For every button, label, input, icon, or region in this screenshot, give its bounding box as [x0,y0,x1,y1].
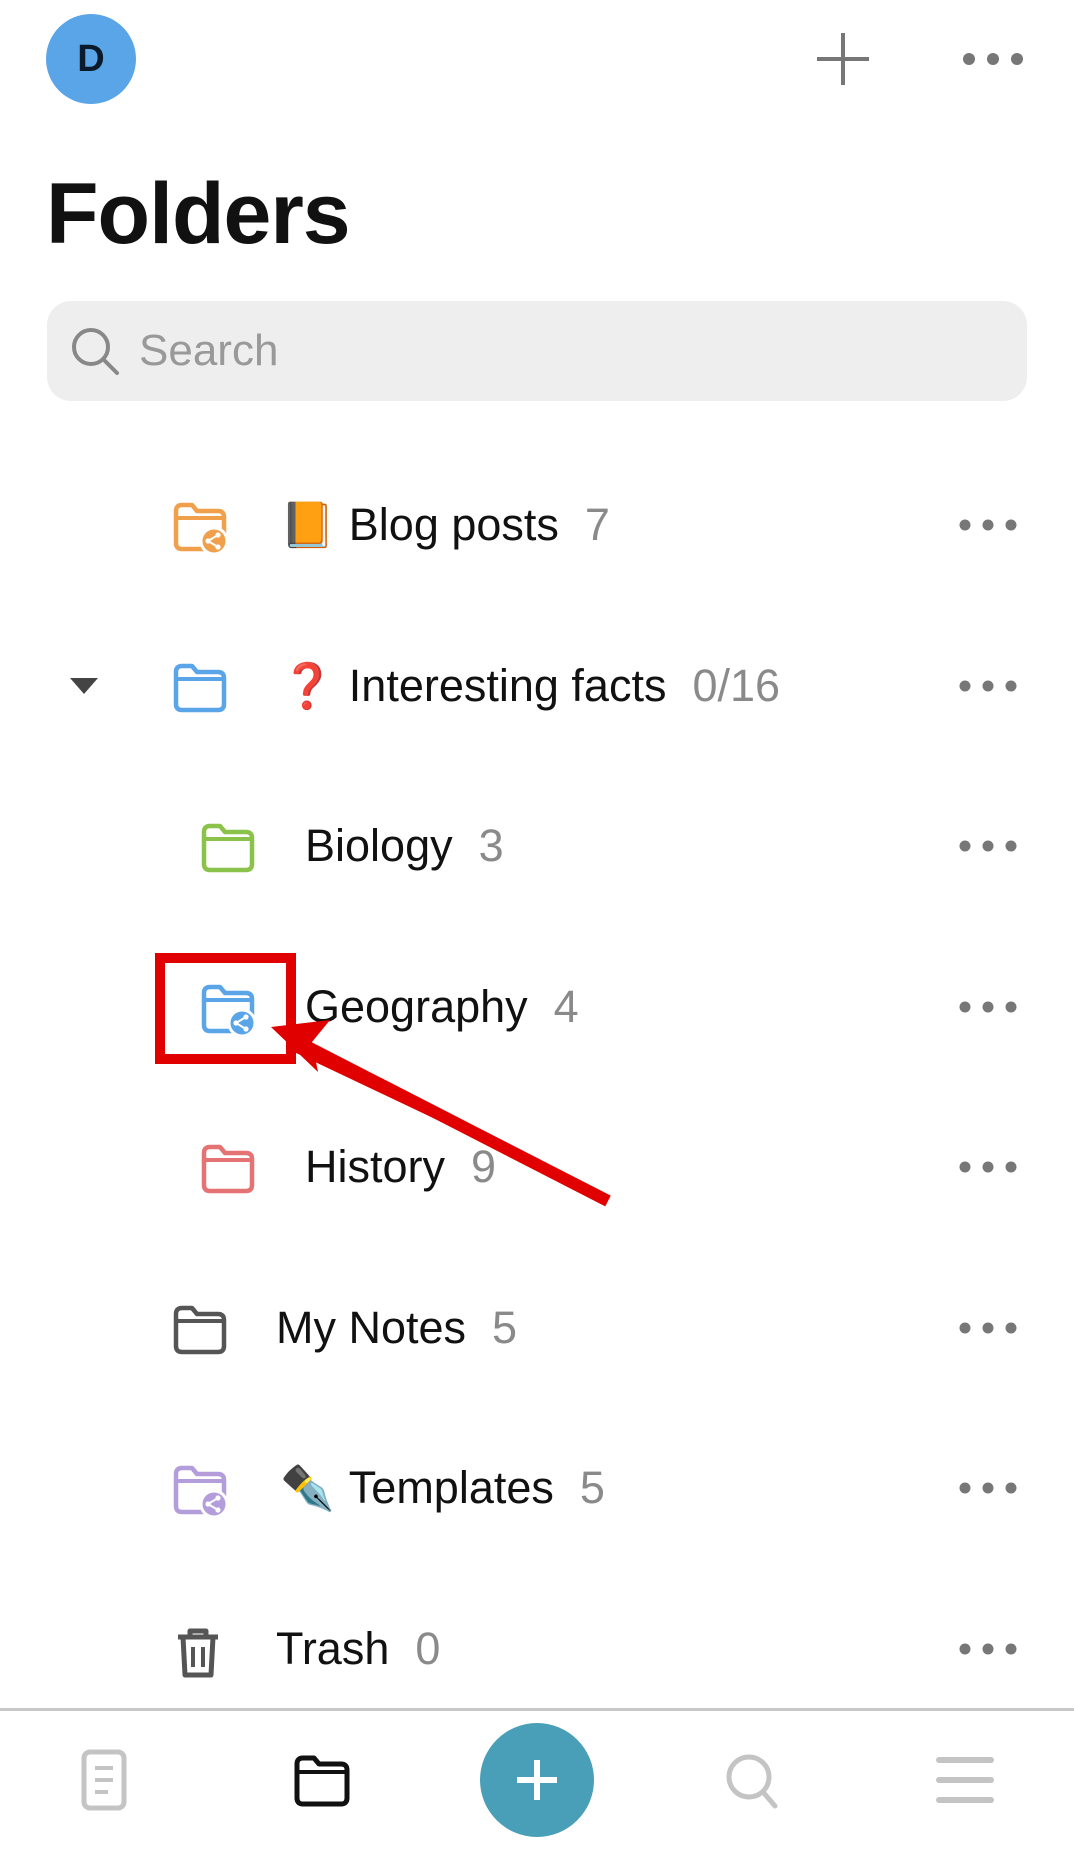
search-input[interactable] [137,325,991,377]
folder-icon [172,662,228,719]
folder-row-geography[interactable]: Geography 4 [0,947,1074,1067]
folder-count: 0/16 [692,660,781,711]
more-horizontal-icon[interactable] [955,1308,1025,1348]
plus-icon [517,1760,557,1800]
folder-name: Biology [305,820,453,871]
folder-emoji: ✒️ [280,1464,335,1513]
folder-count: 5 [579,1462,605,1513]
more-horizontal-icon[interactable] [955,666,1025,706]
folder-row-templates[interactable]: ✒️ Templates 5 [0,1428,1074,1548]
shared-folder-icon [200,983,257,1040]
folder-emoji: ❓ [280,662,335,711]
menu-icon[interactable] [935,1754,995,1806]
annotation-overlay [155,953,611,1207]
more-horizontal-icon[interactable] [955,987,1025,1027]
notes-icon[interactable] [80,1748,130,1812]
search-icon [72,328,119,375]
search-bar[interactable] [47,301,1027,401]
folder-name: Templates [348,1462,554,1513]
folder-icon [172,1304,228,1361]
folder-row-trash[interactable]: Trash 0 [0,1589,1074,1709]
avatar[interactable]: D [46,14,136,104]
more-horizontal-icon[interactable] [955,1147,1025,1187]
trash-icon [172,1625,224,1686]
folder-icon[interactable] [292,1752,352,1808]
folder-row-biology[interactable]: Biology 3 [0,786,1074,906]
folder-name: Trash [276,1623,390,1674]
folder-icon [200,1143,256,1200]
folder-row-interesting-facts[interactable]: ❓ Interesting facts 0/16 [0,626,1074,746]
folder-name: My Notes [276,1302,467,1353]
more-horizontal-icon[interactable] [955,505,1025,545]
new-note-fab-button[interactable] [480,1723,594,1837]
avatar-initial: D [77,37,105,80]
expand-caret-icon[interactable] [70,678,98,694]
folder-emoji: 📙 [280,501,335,550]
folder-row-blog-posts[interactable]: 📙 Blog posts 7 [0,465,1074,585]
folder-name: Interesting facts [348,660,667,711]
page-title: Folders [46,166,351,262]
folder-count: 7 [584,499,610,550]
folder-count: 0 [415,1623,441,1674]
folder-row-my-notes[interactable]: My Notes 5 [0,1268,1074,1388]
folder-name: Blog posts [348,499,559,550]
more-horizontal-icon[interactable] [960,44,1026,74]
folder-count: 9 [471,1141,497,1192]
shared-folder-icon [172,1464,229,1521]
folder-count: 3 [478,820,504,871]
search-icon[interactable] [722,1750,782,1812]
shared-folder-icon [172,501,229,558]
folder-row-history[interactable]: History 9 [0,1107,1074,1227]
more-horizontal-icon[interactable] [955,1629,1025,1669]
folder-icon [200,822,256,879]
folder-count: 5 [492,1302,518,1353]
folder-name: Geography [305,981,528,1032]
more-horizontal-icon[interactable] [955,826,1025,866]
plus-icon[interactable] [813,29,873,89]
folder-count: 4 [553,981,579,1032]
more-horizontal-icon[interactable] [955,1468,1025,1508]
folder-name: History [305,1141,446,1192]
